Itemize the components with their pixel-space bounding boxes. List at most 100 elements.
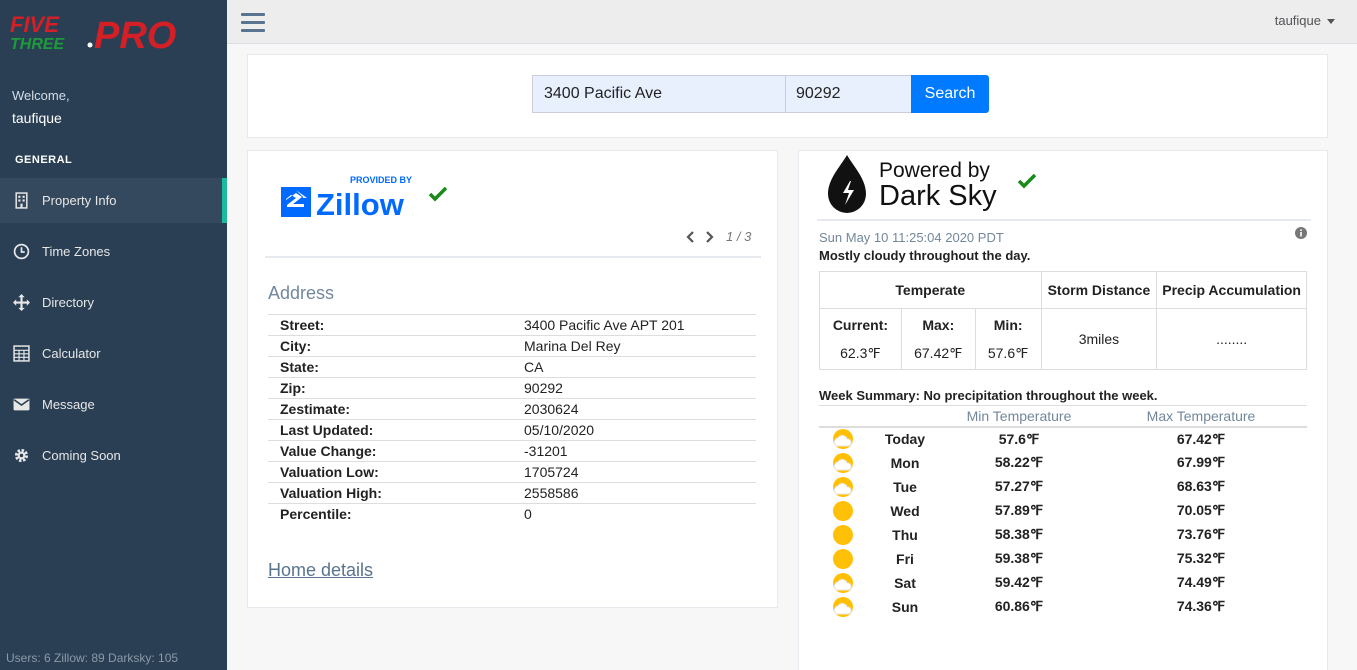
forecast-day: Thu: [892, 526, 918, 543]
current-weather-table: Temperate Storm Distance Precip Accumula…: [819, 271, 1307, 370]
dark-sky-logo[interactable]: Powered by Dark Sky: [823, 153, 1013, 215]
sidebar-item-coming-soon[interactable]: Coming Soon: [0, 433, 227, 478]
info-icon[interactable]: [1295, 227, 1307, 239]
forecast-row: Tue 57.27℉ 68.63℉: [819, 475, 1307, 499]
address-key: Last Updated:: [280, 422, 374, 438]
forecast-day: Sat: [894, 574, 916, 591]
chevron-left-icon[interactable]: [684, 230, 698, 244]
sidebar: FIVE THREE PRO Welcome, taufique GENERAL…: [0, 0, 227, 670]
provided-by-label: PROVIDED BY: [350, 175, 412, 185]
forecast-min: 57.89℉: [994, 502, 1044, 518]
partly-cloudy-icon: [833, 572, 853, 593]
forecast-max: 68.63℉: [1176, 478, 1226, 494]
address-row: Street: 3400 Pacific Ave APT 201: [268, 314, 756, 336]
current-temp-label: Current:: [832, 317, 889, 333]
forecast-max: 67.99℉: [1176, 454, 1226, 470]
svg-text:FIVE: FIVE: [10, 12, 60, 37]
sidebar-item-calculator[interactable]: Calculator: [0, 331, 227, 376]
forecast-time: Sun May 10 11:25:04 2020 PDT: [819, 230, 1004, 245]
partly-cloudy-icon: [833, 596, 853, 617]
address-row: Percentile: 0: [268, 503, 756, 525]
forecast-icon-cell: [819, 595, 867, 619]
forecast-max: 73.76℉: [1176, 526, 1226, 542]
sidebar-item-label: Property Info: [42, 193, 117, 208]
caret-down-icon: [1327, 19, 1335, 25]
min-temp-value: 57.6℉: [987, 345, 1029, 361]
svg-text:PRO: PRO: [94, 15, 176, 52]
address-key: Zestimate:: [280, 401, 351, 417]
forecast-min: 57.6℉: [998, 430, 1040, 447]
menu-toggle-icon[interactable]: [241, 13, 265, 33]
divider: [817, 219, 1311, 221]
partly-cloudy-icon: [833, 429, 853, 449]
calculator-icon: [12, 345, 30, 363]
envelope-icon: [12, 396, 30, 414]
sun-icon: [833, 524, 853, 545]
zip-input[interactable]: [786, 75, 912, 113]
building-icon: [12, 192, 30, 210]
section-heading: GENERAL: [15, 154, 73, 166]
forecast-row: Sun 60.86℉ 74.36℉: [819, 595, 1307, 619]
address-table: Street: 3400 Pacific Ave APT 201 City: Mari…: [268, 314, 756, 525]
address-row: State: CA: [268, 356, 756, 378]
sidebar-item-directory[interactable]: Directory: [0, 280, 227, 325]
forecast-icon-cell: [819, 547, 867, 571]
sidebar-item-property-info[interactable]: Property Info: [0, 178, 227, 223]
sun-icon: [833, 548, 853, 569]
sidebar-item-message[interactable]: Message: [0, 382, 227, 427]
forecast-row: Wed 57.89℉ 70.05℉: [819, 499, 1307, 523]
forecast-icon-cell: [819, 475, 867, 499]
forecast-icon-cell: [819, 523, 867, 547]
precip-accumulation-header: Precip Accumulation: [1156, 271, 1307, 309]
forecast-icon-cell: [819, 571, 867, 595]
divider: [265, 256, 761, 258]
forecast-max: 75.32℉: [1176, 550, 1226, 566]
street-input[interactable]: [532, 75, 786, 113]
search-button[interactable]: Search: [911, 75, 989, 113]
forecast-max: 74.36℉: [1176, 598, 1226, 614]
five-three-pro-logo[interactable]: FIVE THREE PRO: [8, 12, 218, 52]
forecast-min: 57.27℉: [994, 478, 1044, 494]
welcome-label: Welcome,: [12, 88, 70, 103]
max-temperature-header: Max Temperature: [1095, 405, 1307, 428]
current-temp-value: 62.3℉: [840, 345, 881, 361]
forecast-min: 59.42℉: [994, 574, 1044, 590]
chevron-right-icon[interactable]: [702, 230, 716, 244]
user-dropdown[interactable]: taufique: [1275, 13, 1335, 28]
forecast-min: 59.38℉: [994, 550, 1044, 566]
address-value: 90292: [524, 380, 563, 396]
zillow-logo[interactable]: PROVIDED BY Zillow: [280, 173, 420, 221]
sidebar-item-label: Coming Soon: [42, 448, 121, 463]
day-column-header: [867, 405, 943, 428]
forecast-min: 58.38℉: [994, 526, 1044, 542]
forecast-day: Fri: [896, 550, 914, 567]
sun-icon: [833, 500, 853, 521]
storm-distance-value: 3miles: [1040, 308, 1158, 370]
home-details-link[interactable]: Home details: [268, 560, 373, 581]
sidebar-item-label: Time Zones: [42, 244, 111, 259]
address-value: -31201: [524, 443, 568, 459]
forecast-day: Today: [884, 431, 926, 447]
address-row: City: Marina Del Rey: [268, 335, 756, 357]
sidebar-item-label: Directory: [42, 295, 95, 310]
max-temp-label: Max:: [922, 317, 955, 333]
address-key: State:: [280, 359, 319, 375]
temperate-header: Temperate: [819, 271, 1042, 309]
max-temp-cell: Max: 67.42℉: [900, 308, 976, 370]
address-value: 2558586: [524, 485, 579, 501]
forecast-row: Fri 59.38℉ 75.32℉: [819, 547, 1307, 571]
address-key: City:: [280, 338, 312, 354]
forecast-icon-cell: [819, 451, 867, 475]
week-summary: Week Summary: No precipitation throughou…: [819, 388, 1158, 403]
address-value: 2030624: [524, 401, 579, 417]
forecast-day: Mon: [890, 454, 920, 471]
pager-label: 1 / 3: [726, 229, 752, 244]
zillow-panel: PROVIDED BY Zillow 1 / 3 Address Street:…: [247, 150, 778, 608]
sidebar-item-time-zones[interactable]: Time Zones: [0, 229, 227, 274]
zillow-check-icon: [428, 186, 448, 202]
forecast-min: 58.22℉: [994, 454, 1044, 470]
address-row: Last Updated: 05/10/2020: [268, 419, 756, 441]
forecast-row: Today 57.6℉ 67.42℉: [819, 427, 1307, 451]
forecast-day: Tue: [893, 478, 917, 495]
forecast-day: Wed: [890, 502, 920, 519]
